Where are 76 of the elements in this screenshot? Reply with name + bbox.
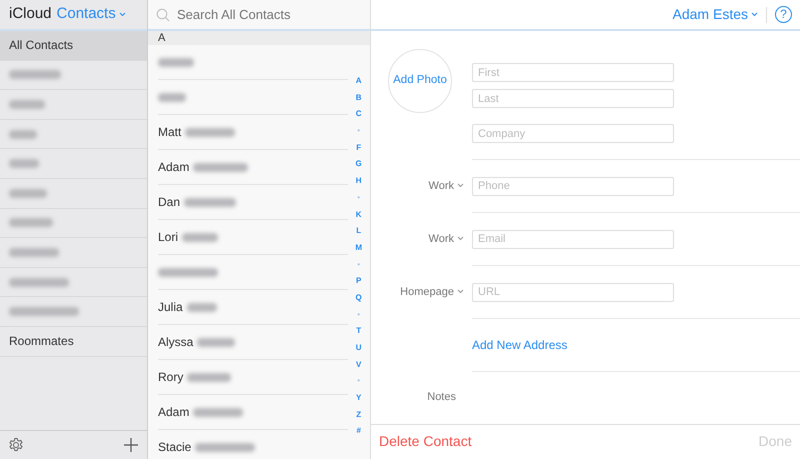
index-letter[interactable]: # xyxy=(356,423,361,440)
text-field[interactable]: Email xyxy=(472,230,674,249)
blurred-text xyxy=(9,248,59,257)
app-name: iCloud xyxy=(9,4,52,24)
index-letter[interactable]: U xyxy=(356,340,362,357)
contact-name[interactable]: Julia xyxy=(158,298,183,316)
blurred-text xyxy=(197,338,236,346)
blurred-text xyxy=(158,58,194,66)
blurred-text xyxy=(186,302,217,312)
add-icon[interactable] xyxy=(123,437,139,453)
contact-name[interactable]: Alyssa xyxy=(158,333,194,351)
caret-icon xyxy=(457,289,464,294)
blurred-text xyxy=(185,128,236,136)
add-address-link[interactable]: Add New Address xyxy=(472,336,568,354)
index-letter[interactable]: P xyxy=(356,273,362,290)
index-letter[interactable]: B xyxy=(356,90,362,106)
blurred-text xyxy=(9,307,79,316)
blurred-text xyxy=(9,159,39,168)
blurred-text xyxy=(9,130,37,139)
index-letter[interactable]: A xyxy=(356,73,362,90)
blurred-text xyxy=(193,162,248,172)
blurred-text xyxy=(158,268,218,276)
notes-label: Notes xyxy=(427,390,456,406)
index-letter[interactable]: Q xyxy=(356,290,362,307)
contact-name[interactable]: Adam xyxy=(158,158,190,176)
blurred-text xyxy=(158,92,186,102)
section-header: A xyxy=(148,31,370,45)
contact-name[interactable]: Lori xyxy=(158,228,178,246)
caret-icon xyxy=(118,12,126,17)
blurred-text xyxy=(9,100,45,109)
add-photo-button[interactable]: Add Photo xyxy=(388,49,452,113)
index-letter[interactable]: H xyxy=(356,173,362,190)
contact-name[interactable]: Adam xyxy=(158,403,190,421)
blurred-text xyxy=(182,232,218,242)
index-letter[interactable]: T xyxy=(356,323,362,340)
field-type-menu[interactable]: Work xyxy=(428,230,464,248)
contact-name[interactable]: Dan xyxy=(158,193,180,211)
search-icon xyxy=(156,8,170,22)
text-field[interactable]: Company xyxy=(472,124,674,143)
index-letter[interactable]: G xyxy=(356,156,362,174)
blurred-text xyxy=(9,70,61,80)
caret-icon xyxy=(457,236,464,242)
text-field[interactable]: Last xyxy=(472,89,674,108)
contact-name[interactable]: Matt xyxy=(158,123,182,141)
index-letter[interactable]: L xyxy=(356,223,362,240)
blurred-text xyxy=(9,218,53,228)
contacts-menu[interactable]: Contacts xyxy=(56,3,126,26)
group-item[interactable]: Roommates xyxy=(0,326,147,357)
blurred-text xyxy=(9,188,47,198)
index-letter[interactable]: C xyxy=(356,106,362,124)
help-button[interactable]: ? xyxy=(775,6,792,23)
index-letter[interactable]: Z xyxy=(356,406,362,424)
caret-icon xyxy=(457,183,464,188)
group-item[interactable]: All Contacts xyxy=(0,31,147,61)
caret-icon xyxy=(751,12,758,17)
blurred-text xyxy=(195,442,256,452)
delete-contact-button[interactable]: Delete Contact xyxy=(379,431,472,452)
index-letter[interactable]: K xyxy=(356,206,362,224)
index-letter[interactable]: V xyxy=(356,356,362,374)
index-letter[interactable]: M xyxy=(355,240,362,257)
search-field[interactable]: Search All Contacts xyxy=(175,4,355,26)
blurred-text xyxy=(193,408,244,416)
index-letter[interactable]: F xyxy=(356,140,362,156)
blurred-text xyxy=(9,278,69,287)
settings-icon[interactable] xyxy=(8,437,24,453)
text-field[interactable]: First xyxy=(472,63,674,82)
index-letter[interactable]: Y xyxy=(356,390,362,407)
blurred-text xyxy=(184,198,236,206)
contact-name[interactable]: Rory xyxy=(158,368,184,386)
account-menu[interactable]: Adam Estes xyxy=(672,4,758,25)
field-type-menu[interactable]: Work xyxy=(428,178,464,194)
blurred-text xyxy=(187,372,232,382)
text-field[interactable]: Phone xyxy=(472,176,674,196)
contact-name[interactable]: Stacie xyxy=(158,438,192,456)
text-field[interactable]: URL xyxy=(472,282,674,302)
field-type-menu[interactable]: Homepage xyxy=(400,284,464,300)
